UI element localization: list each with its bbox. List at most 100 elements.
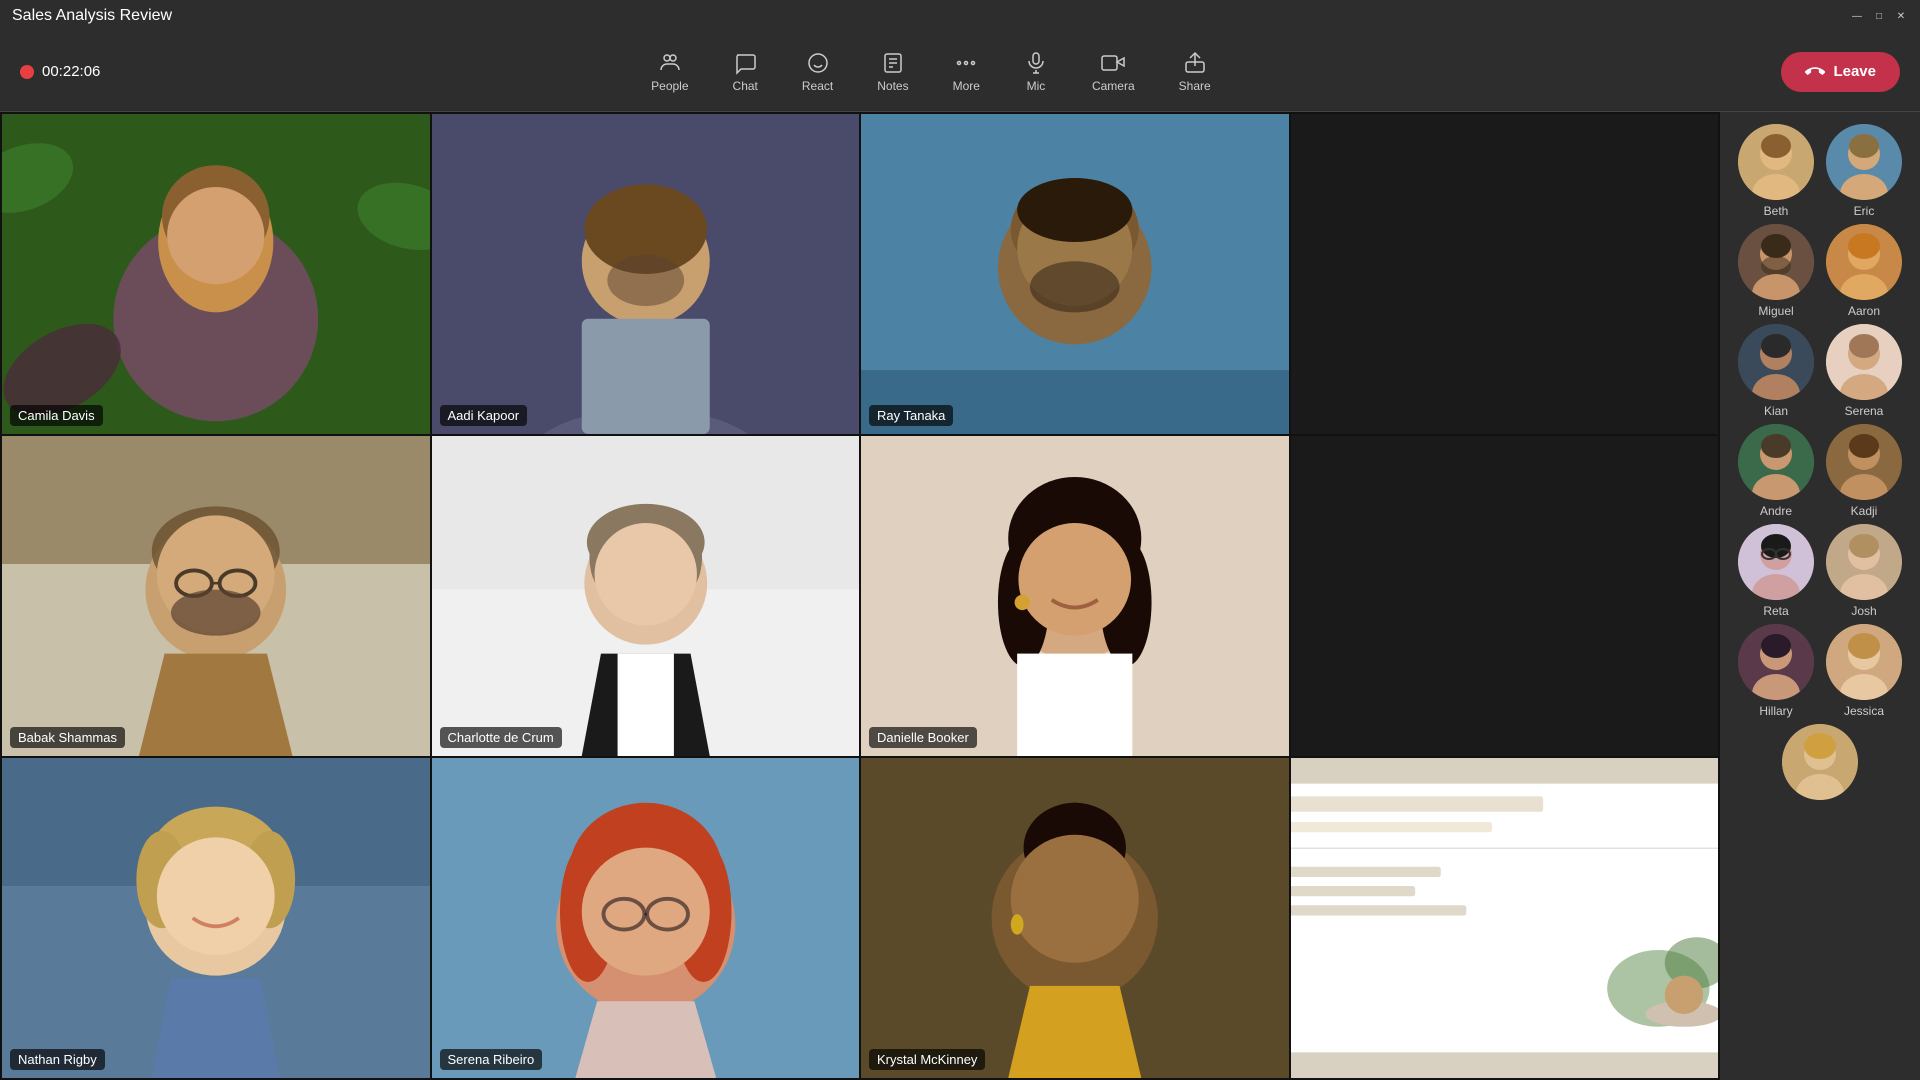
notes-icon: [881, 51, 905, 75]
name-miguel: Miguel: [1758, 304, 1793, 318]
share-label: Share: [1179, 79, 1211, 93]
react-button[interactable]: React: [782, 43, 853, 101]
avatar-hillary: [1738, 624, 1814, 700]
name-aaron: Aaron: [1848, 304, 1880, 318]
people-icon: [658, 51, 682, 75]
name-serena: Serena: [1845, 404, 1884, 418]
video-tile-charlotte[interactable]: Charlotte de Crum: [432, 436, 860, 756]
maximize-button[interactable]: □: [1872, 9, 1886, 23]
avatar-andre: [1738, 424, 1814, 500]
name-andre: Andre: [1760, 504, 1792, 518]
minimize-button[interactable]: —: [1850, 9, 1864, 23]
titlebar-title: Sales Analysis Review: [12, 7, 172, 25]
video-tile-ray[interactable]: Ray Tanaka: [861, 114, 1289, 434]
avatar-extra: [1782, 724, 1858, 800]
more-button[interactable]: More: [933, 43, 1000, 101]
people-label: People: [651, 79, 688, 93]
name-tag-charlotte: Charlotte de Crum: [440, 727, 562, 748]
name-tag-serena-ribeiro: Serena Ribeiro: [440, 1049, 543, 1070]
notes-button[interactable]: Notes: [857, 43, 928, 101]
name-tag-ray: Ray Tanaka: [869, 405, 953, 426]
name-eric: Eric: [1854, 204, 1875, 218]
avatar-jessica: [1826, 624, 1902, 700]
sidebar-participant-jessica[interactable]: Jessica: [1826, 624, 1902, 718]
sidebar-participant-miguel[interactable]: Miguel: [1738, 224, 1814, 318]
sidebar-row-1: Beth Eric: [1728, 124, 1912, 218]
avatar-serena: [1826, 324, 1902, 400]
react-icon: [806, 51, 830, 75]
video-tile-extra[interactable]: [1291, 758, 1719, 1078]
sidebar-participant-hillary[interactable]: Hillary: [1738, 624, 1814, 718]
name-tag-krystal: Krystal McKinney: [869, 1049, 985, 1070]
video-tile-camila[interactable]: Camila Davis: [2, 114, 430, 434]
sidebar-row-7: [1728, 724, 1912, 804]
sidebar-participant-eric[interactable]: Eric: [1826, 124, 1902, 218]
name-kian: Kian: [1764, 404, 1788, 418]
window-controls: — □ ✕: [1850, 9, 1908, 23]
name-hillary: Hillary: [1759, 704, 1792, 718]
name-tag-danielle: Danielle Booker: [869, 727, 977, 748]
leave-button[interactable]: Leave: [1781, 52, 1900, 92]
sidebar-participant-reta[interactable]: Reta: [1738, 524, 1814, 618]
sidebar-participant-extra[interactable]: [1782, 724, 1858, 804]
video-tile-placeholder-2: [1291, 436, 1719, 756]
video-tile-serena-ribeiro[interactable]: Serena Ribeiro: [432, 758, 860, 1078]
video-tile-danielle[interactable]: Danielle Booker: [861, 436, 1289, 756]
video-tile-nathan[interactable]: Nathan Rigby: [2, 758, 430, 1078]
name-tag-camila: Camila Davis: [10, 405, 103, 426]
name-tag-aadi: Aadi Kapoor: [440, 405, 528, 426]
name-reta: Reta: [1763, 604, 1788, 618]
sidebar-participant-kian[interactable]: Kian: [1738, 324, 1814, 418]
avatar-miguel: [1738, 224, 1814, 300]
sidebar-row-5: Reta Josh: [1728, 524, 1912, 618]
people-button[interactable]: People: [631, 43, 708, 101]
recording-dot: [20, 65, 34, 79]
sidebar-participant-serena[interactable]: Serena: [1826, 324, 1902, 418]
name-josh: Josh: [1851, 604, 1876, 618]
share-icon: [1183, 51, 1207, 75]
recording-indicator: 00:22:06: [20, 63, 100, 80]
video-tile-babak[interactable]: Babak Shammas: [2, 436, 430, 756]
name-jessica: Jessica: [1844, 704, 1884, 718]
name-tag-babak: Babak Shammas: [10, 727, 125, 748]
notes-label: Notes: [877, 79, 908, 93]
avatar-reta: [1738, 524, 1814, 600]
mic-button[interactable]: Mic: [1004, 43, 1068, 101]
name-beth: Beth: [1764, 204, 1789, 218]
more-label: More: [953, 79, 980, 93]
sidebar-participant-andre[interactable]: Andre: [1738, 424, 1814, 518]
sidebar-row-4: Andre Kadji: [1728, 424, 1912, 518]
sidebar-participant-aaron[interactable]: Aaron: [1826, 224, 1902, 318]
phone-hangup-icon: [1805, 62, 1825, 82]
name-tag-nathan: Nathan Rigby: [10, 1049, 105, 1070]
video-tile-placeholder-1: [1291, 114, 1719, 434]
topbar: 00:22:06 People Chat React: [0, 32, 1920, 112]
sidebar-participant-beth[interactable]: Beth: [1738, 124, 1814, 218]
sidebar-row-2: Miguel Aaron: [1728, 224, 1912, 318]
camera-icon: [1101, 51, 1125, 75]
more-icon: [954, 51, 978, 75]
sidebar-participant-josh[interactable]: Josh: [1826, 524, 1902, 618]
toolbar-actions: People Chat React: [631, 43, 1231, 101]
avatar-josh: [1826, 524, 1902, 600]
recording-timer: 00:22:06: [42, 63, 100, 80]
close-button[interactable]: ✕: [1894, 9, 1908, 23]
share-button[interactable]: Share: [1159, 43, 1231, 101]
sidebar-row-6: Hillary Jessica: [1728, 624, 1912, 718]
video-tile-krystal[interactable]: Krystal McKinney: [861, 758, 1289, 1078]
leave-label: Leave: [1833, 63, 1876, 80]
main-content: Camila Davis Aadi Kapoor: [0, 112, 1920, 1080]
titlebar: Sales Analysis Review — □ ✕: [0, 0, 1920, 32]
camera-button[interactable]: Camera: [1072, 43, 1155, 101]
avatar-beth: [1738, 124, 1814, 200]
video-tile-aadi[interactable]: Aadi Kapoor: [432, 114, 860, 434]
chat-button[interactable]: Chat: [713, 43, 778, 101]
chat-label: Chat: [733, 79, 758, 93]
avatar-kadji: [1826, 424, 1902, 500]
sidebar-row-3: Kian Serena: [1728, 324, 1912, 418]
avatar-aaron: [1826, 224, 1902, 300]
sidebar-participant-kadji[interactable]: Kadji: [1826, 424, 1902, 518]
avatar-kian: [1738, 324, 1814, 400]
name-kadji: Kadji: [1851, 504, 1878, 518]
video-grid: Camila Davis Aadi Kapoor: [0, 112, 1720, 1080]
